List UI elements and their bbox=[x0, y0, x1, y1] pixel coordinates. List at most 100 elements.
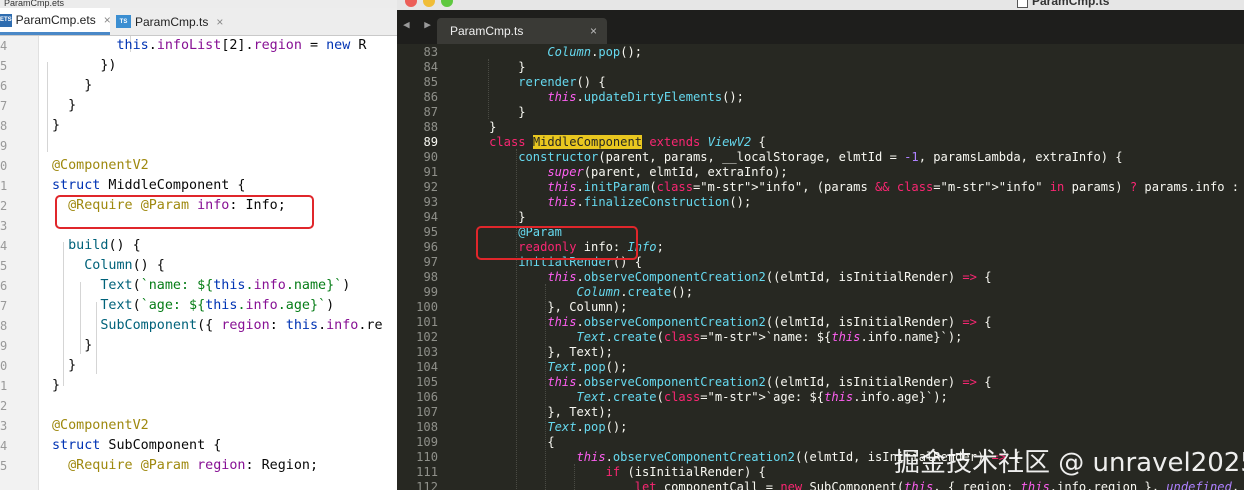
zoom-window-button[interactable] bbox=[441, 0, 453, 7]
code-line: 92 this.initParam(class="m-str">"info", … bbox=[397, 180, 1244, 195]
line-number: 110 bbox=[416, 450, 438, 464]
line-number: 2 bbox=[0, 199, 8, 213]
code-text: rerender() { bbox=[518, 75, 606, 89]
code-text: }) bbox=[52, 58, 117, 73]
code-line: 5 Column() { bbox=[0, 256, 400, 276]
line-number: 101 bbox=[416, 315, 438, 329]
code-text: Column() { bbox=[84, 258, 165, 273]
left-tab-bar: ETS ParamCmp.ets × TS ParamCmp.ts × bbox=[0, 8, 400, 36]
code-text: struct MiddleComponent { bbox=[52, 178, 246, 193]
code-text: }, Column); bbox=[460, 300, 628, 314]
close-window-button[interactable] bbox=[405, 0, 417, 7]
line-number: 100 bbox=[416, 300, 438, 314]
line-number: 5 bbox=[0, 259, 8, 273]
line-number: 3 bbox=[0, 419, 8, 433]
code-line: 8 SubComponent({ region: this.info.re bbox=[0, 316, 400, 336]
code-line: 7 } bbox=[0, 96, 400, 116]
code-text: this.initParam(class="m-str">"info", (pa… bbox=[547, 180, 1244, 194]
code-text: { bbox=[460, 435, 555, 449]
tab-paramcmp-ts[interactable]: ParamCmp.ts × bbox=[437, 18, 607, 44]
code-line: 104 Text.pop(); bbox=[397, 360, 1244, 375]
close-tab-icon[interactable]: × bbox=[590, 18, 597, 44]
code-line: 1} bbox=[0, 376, 400, 396]
code-text: build() { bbox=[68, 238, 141, 253]
line-number: 109 bbox=[416, 435, 438, 449]
code-line: 94 } bbox=[397, 210, 1244, 225]
code-line: 91 super(parent, elmtId, extraInfo); bbox=[397, 165, 1244, 180]
line-number: 90 bbox=[423, 150, 438, 164]
line-number: 84 bbox=[423, 60, 438, 74]
code-line: 5 }) bbox=[0, 56, 400, 76]
line-number: 97 bbox=[423, 255, 438, 269]
code-text: if (isInitialRender) { bbox=[605, 465, 766, 479]
line-number: 8 bbox=[0, 119, 8, 133]
right-code-area[interactable]: 83 Column.pop(); 84 } 85 rerender() { 86 th… bbox=[397, 44, 1244, 490]
code-text: @Require @Param region: Region; bbox=[68, 458, 319, 473]
code-line: 101 this.observeComponentCreation2((elmt… bbox=[397, 315, 1244, 330]
code-line: 1 struct MiddleComponent { bbox=[0, 176, 400, 196]
code-text: } bbox=[52, 378, 61, 393]
line-number: 108 bbox=[416, 420, 438, 434]
highlight-box-require-param bbox=[55, 195, 314, 229]
line-number: 83 bbox=[423, 45, 438, 59]
line-number: 86 bbox=[423, 90, 438, 104]
code-text: class MiddleComponent extends ViewV2 { bbox=[489, 135, 766, 149]
code-text: struct SubComponent { bbox=[52, 438, 222, 453]
line-number: 92 bbox=[423, 180, 438, 194]
line-number: 9 bbox=[0, 139, 8, 153]
tab-paramcmp-ts[interactable]: TS ParamCmp.ts × bbox=[116, 8, 236, 35]
code-text: } bbox=[460, 210, 526, 224]
document-icon bbox=[1017, 0, 1028, 9]
code-line: 2 bbox=[0, 396, 400, 416]
line-number: 106 bbox=[416, 390, 438, 404]
highlight-box-param-readonly bbox=[476, 226, 638, 260]
code-text: this.updateDirtyElements(); bbox=[547, 90, 744, 104]
close-tab-icon[interactable]: × bbox=[104, 13, 111, 27]
code-text: } bbox=[460, 120, 497, 134]
tab-nav-arrows-icon[interactable]: ◀ ▶ bbox=[403, 18, 435, 31]
tab-paramcmp-ets[interactable]: ETS ParamCmp.ets × bbox=[0, 8, 111, 35]
line-number: 96 bbox=[423, 240, 438, 254]
code-line: 0 } bbox=[0, 356, 400, 376]
line-number: 5 bbox=[0, 59, 8, 73]
code-text: Text.pop(); bbox=[547, 360, 628, 374]
right-tab-bar: ◀ ▶ ParamCmp.ts × bbox=[397, 10, 1244, 44]
watermark-text: 掘金技术社区 @ unravel2025 bbox=[894, 448, 1244, 478]
code-text: Column.pop(); bbox=[547, 45, 643, 59]
code-text: Text(`name: ${this.info.name}`) bbox=[100, 278, 351, 293]
code-text: } bbox=[460, 105, 526, 119]
code-text: @ComponentV2 bbox=[52, 418, 149, 433]
code-line: 105 this.observeComponentCreation2((elmt… bbox=[397, 375, 1244, 390]
code-text: this.observeComponentCreation2((elmtId, … bbox=[547, 375, 992, 389]
code-text: Text.create(class="m-str">`name: ${this.… bbox=[576, 330, 963, 344]
line-number: 94 bbox=[423, 210, 438, 224]
code-line: 5 @Require @Param region: Region; bbox=[0, 456, 400, 476]
window-title-text: ParamCmp.ts bbox=[1032, 0, 1110, 8]
line-number: 4 bbox=[0, 239, 8, 253]
code-line: 6 Text(`name: ${this.info.name}`) bbox=[0, 276, 400, 296]
code-line: 100 }, Column); bbox=[397, 300, 1244, 315]
code-line: 108 Text.pop(); bbox=[397, 420, 1244, 435]
code-line: 9 bbox=[0, 136, 400, 156]
code-text: this.finalizeConstruction(); bbox=[547, 195, 752, 209]
code-line: 87 } bbox=[397, 105, 1244, 120]
code-line: 88 } bbox=[397, 120, 1244, 135]
code-text: constructor(parent, params, __localStora… bbox=[518, 150, 1123, 164]
line-number: 0 bbox=[0, 159, 8, 173]
line-number: 6 bbox=[0, 279, 8, 293]
code-line: 89 class MiddleComponent extends ViewV2 … bbox=[397, 135, 1244, 150]
line-number: 85 bbox=[423, 75, 438, 89]
line-number: 7 bbox=[0, 299, 8, 313]
close-tab-icon[interactable]: × bbox=[216, 15, 223, 29]
left-code-area[interactable]: 4 this.infoList[2].region = new R5 }) 6 }… bbox=[0, 36, 400, 490]
line-number: 4 bbox=[0, 39, 8, 53]
code-text: Text.create(class="m-str">`age: ${this.i… bbox=[576, 390, 948, 404]
code-text: Text.pop(); bbox=[547, 420, 628, 434]
code-line: 90 constructor(parent, params, __localSt… bbox=[397, 150, 1244, 165]
line-number: 103 bbox=[416, 345, 438, 359]
code-text: this.observeComponentCreation2((elmtId, … bbox=[547, 270, 992, 284]
minimize-window-button[interactable] bbox=[423, 0, 435, 7]
line-number: 0 bbox=[0, 359, 8, 373]
line-number: 6 bbox=[0, 79, 8, 93]
line-number: 9 bbox=[0, 339, 8, 353]
